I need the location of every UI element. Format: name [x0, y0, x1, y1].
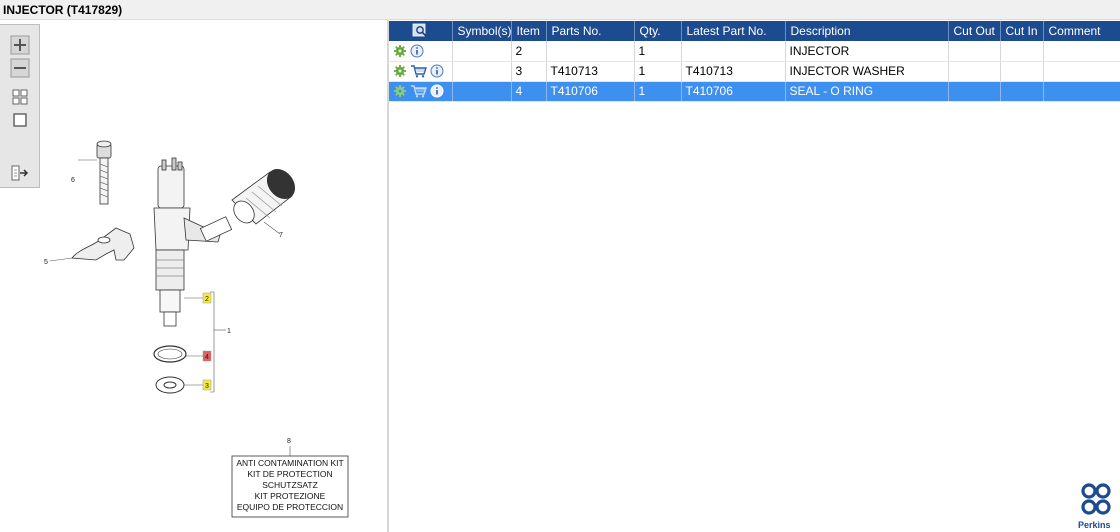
cell-item: 4: [511, 81, 547, 102]
cell-qty: 1: [634, 41, 682, 62]
cell-latest-part-no: T410713: [681, 61, 786, 82]
cell-comment: [1043, 41, 1120, 62]
col-symbols[interactable]: Symbol(s): [452, 21, 512, 41]
kit-line-3: SCHUTZSATZ: [262, 480, 318, 490]
illustration-pane[interactable]: 6 5 7 1 2 4 3 8 ANTI CONTAMINATION KIT K…: [0, 20, 387, 532]
search-list-icon: [412, 23, 427, 37]
kit-line-5: EQUIPO DE PROTECCION: [237, 502, 343, 512]
cell-item: 2: [511, 41, 547, 62]
exploded-view-drawing: 6 5 7 1 2 4 3 8 ANTI CONTAMINATION KIT K…: [0, 100, 387, 532]
injector-part[interactable]: [153, 157, 233, 327]
cell-description: INJECTOR WASHER: [785, 61, 949, 82]
parts-list-pane: Symbol(s) Item Parts No. Qty. Latest Par…: [389, 20, 1120, 532]
callout-5: 5: [44, 259, 48, 266]
cart-icon[interactable]: [410, 84, 427, 98]
callout-3[interactable]: 3: [205, 383, 209, 390]
zoom-out-button[interactable]: [10, 58, 30, 78]
plus-icon: [10, 35, 30, 55]
cell-cut-in: [1000, 61, 1044, 82]
cell-cut-out: [948, 61, 1001, 82]
table-header-row: Symbol(s) Item Parts No. Qty. Latest Par…: [389, 21, 1120, 41]
cell-latest-part-no: T410706: [681, 81, 786, 102]
cell-part-no: T410713: [546, 61, 635, 82]
cell-symbol: [452, 61, 512, 82]
gear-icon[interactable]: [393, 64, 407, 78]
col-qty[interactable]: Qty.: [634, 21, 682, 41]
cell-part-no: [546, 41, 635, 62]
callout-7: 7: [279, 232, 283, 239]
callout-8: 8: [287, 438, 291, 445]
col-description[interactable]: Description: [785, 21, 949, 41]
cell-description: INJECTOR: [785, 41, 949, 62]
col-parts-no[interactable]: Parts No.: [546, 21, 635, 41]
minus-icon: [10, 58, 30, 78]
brand-name: Perkins: [1078, 520, 1111, 530]
info-icon[interactable]: [430, 84, 444, 98]
cell-part-no: T410706: [546, 81, 635, 102]
callout-1: 1: [227, 328, 231, 335]
parts-table: Symbol(s) Item Parts No. Qty. Latest Par…: [389, 21, 1120, 102]
kit-line-1: ANTI CONTAMINATION KIT: [236, 458, 343, 468]
title-bar: INJECTOR (T417829): [0, 0, 1120, 20]
cell-description: SEAL - O RING: [785, 81, 949, 102]
col-cut-in[interactable]: Cut In: [1000, 21, 1044, 41]
gear-icon[interactable]: [393, 44, 407, 58]
clamp-part[interactable]: [71, 227, 135, 261]
o-ring-part[interactable]: [153, 345, 187, 363]
kit-line-4: KIT PROTEZIONE: [255, 491, 326, 501]
table-row[interactable]: 2 1 INJECTOR: [389, 41, 1120, 62]
cell-comment: [1043, 61, 1120, 82]
bolt-part[interactable]: [96, 140, 112, 205]
perkins-logo-mark: [1081, 483, 1111, 515]
callout-4[interactable]: 4: [205, 354, 209, 361]
cell-cut-in: [1000, 81, 1044, 102]
cell-symbol: [452, 81, 512, 102]
search-column-header[interactable]: [389, 21, 453, 41]
cart-icon[interactable]: [410, 64, 427, 78]
kit-line-2: KIT DE PROTECTION: [247, 469, 332, 479]
connector-part[interactable]: [230, 164, 301, 227]
cell-latest-part-no: [681, 41, 786, 62]
table-row[interactable]: 3 T410713 1 T410713 INJECTOR WASHER: [389, 61, 1120, 82]
perkins-logo: Perkins: [1076, 482, 1120, 532]
cell-symbol: [452, 41, 512, 62]
zoom-in-button[interactable]: [10, 35, 30, 55]
cell-qty: 1: [634, 81, 682, 102]
gear-icon[interactable]: [393, 84, 407, 98]
cell-comment: [1043, 81, 1120, 102]
col-comment[interactable]: Comment: [1043, 21, 1120, 41]
cell-qty: 1: [634, 61, 682, 82]
table-row-selected[interactable]: 4 T410706 1 T410706 SEAL - O RING: [389, 81, 1120, 102]
window-title: INJECTOR (T417829): [3, 3, 123, 17]
cell-item: 3: [511, 61, 547, 82]
col-item[interactable]: Item: [511, 21, 547, 41]
kit-box[interactable]: ANTI CONTAMINATION KIT KIT DE PROTECTION…: [231, 455, 349, 518]
col-latest-part-no[interactable]: Latest Part No.: [681, 21, 786, 41]
callout-6: 6: [71, 177, 75, 184]
washer-part[interactable]: [155, 376, 185, 394]
info-icon[interactable]: [410, 44, 424, 58]
cell-cut-in: [1000, 41, 1044, 62]
callout-2[interactable]: 2: [205, 296, 209, 303]
cell-cut-out: [948, 81, 1001, 102]
cell-cut-out: [948, 41, 1001, 62]
col-cut-out[interactable]: Cut Out: [948, 21, 1001, 41]
info-icon[interactable]: [430, 64, 444, 78]
